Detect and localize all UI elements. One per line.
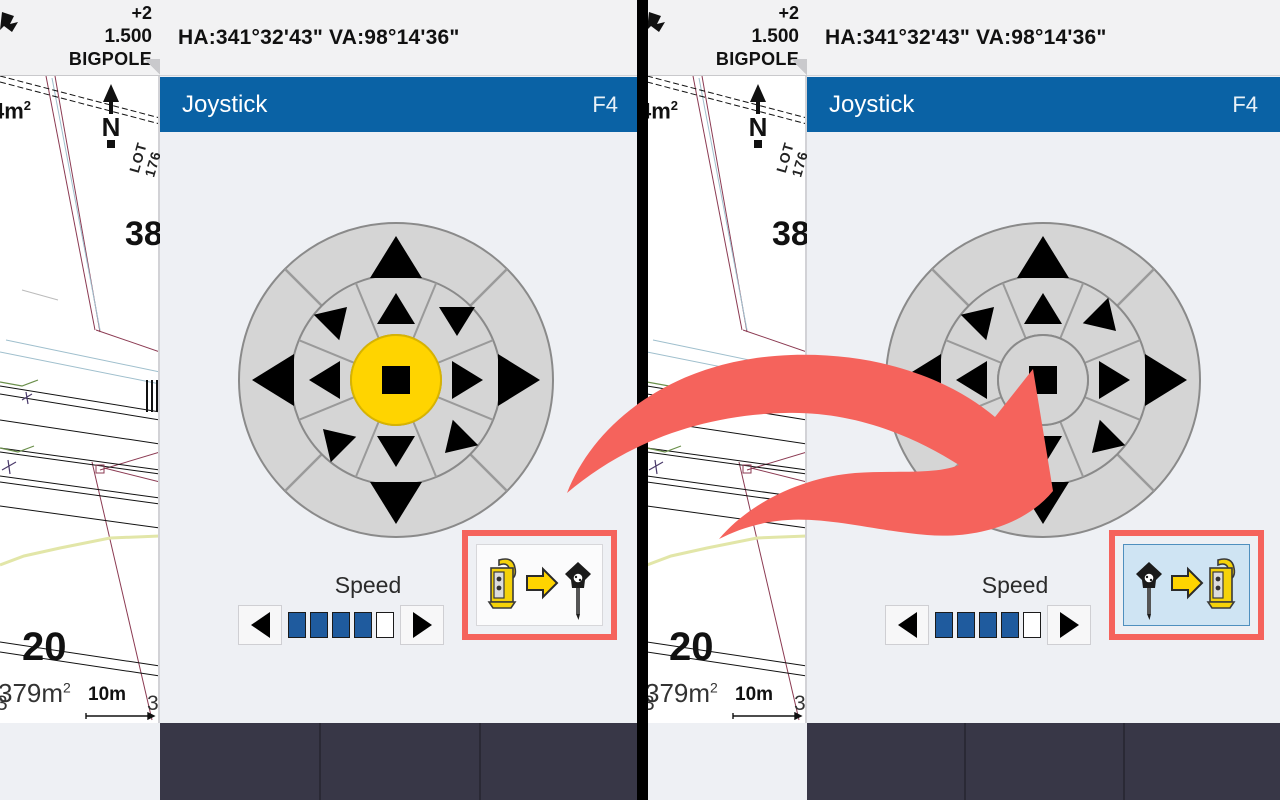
swap-direction-highlight xyxy=(1109,530,1264,640)
map-area-label-bottom: 379m2 xyxy=(647,678,718,708)
joystick-content-area: Speed xyxy=(160,132,640,723)
map-area-label-bottom: 379m2 xyxy=(0,678,71,708)
triangle-left-icon xyxy=(250,612,270,638)
speed-segments xyxy=(935,612,1041,638)
softkey-1[interactable] xyxy=(807,723,966,800)
softkey-bar-right: Search xyxy=(807,723,1280,800)
yellow-arrow-right-icon xyxy=(1170,566,1203,600)
screen-title: Joystick xyxy=(182,90,268,118)
speed-decrease-button[interactable] xyxy=(238,605,282,645)
function-key-label: F4 xyxy=(1232,91,1258,117)
speed-segment[interactable] xyxy=(354,612,372,638)
prism-pole-icon xyxy=(564,562,591,620)
swap-direction-button[interactable] xyxy=(1123,544,1250,626)
speed-label: Speed xyxy=(334,572,402,598)
swap-direction-button[interactable] xyxy=(476,544,603,626)
softkey-bar-left: Search xyxy=(160,723,640,800)
speed-segment[interactable] xyxy=(376,612,394,638)
map-scale-label: 10m xyxy=(735,684,774,705)
map-view-left[interactable]: N 4m2 LOT 176 38 20 3 379m2 3 10m +2 1.5… xyxy=(0,0,160,723)
map-lot-number: 38 xyxy=(125,215,160,253)
map-lot-number: 38 xyxy=(772,215,807,253)
north-arrow-icon: N xyxy=(741,82,775,152)
info-point-name: BIGPOLE xyxy=(68,49,152,69)
speed-segment[interactable] xyxy=(1001,612,1019,638)
device-screen-left: N 4m2 LOT 176 38 20 3 379m2 3 10m +2 1.5… xyxy=(0,0,640,800)
angle-readout-bar: HA:341°32'43" VA:98°14'36" xyxy=(160,0,640,76)
swap-direction-highlight xyxy=(462,530,617,640)
speed-segment[interactable] xyxy=(957,612,975,638)
speed-label: Speed xyxy=(981,572,1049,598)
speed-segments xyxy=(288,612,394,638)
map-view-right[interactable]: N 4m2 LOT 176 38 20 3 379m2 3 10m +2 1.5… xyxy=(647,0,807,723)
screenshot-stage: N 4m2 LOT 176 38 20 3 379m2 3 10m +2 1.5… xyxy=(0,0,1280,800)
joystick-content-area: Speed xyxy=(807,132,1280,723)
speed-control: Speed xyxy=(238,572,498,645)
speed-segment[interactable] xyxy=(935,612,953,638)
north-arrow-icon: N xyxy=(94,82,128,152)
app-region-left: HA:341°32'43" VA:98°14'36" Joystick F4 S… xyxy=(160,0,640,800)
joystick-stop-button xyxy=(997,334,1089,426)
map-area-label-top: 4m2 xyxy=(647,98,679,124)
softkey-2[interactable] xyxy=(966,723,1125,800)
joystick-control[interactable] xyxy=(236,220,556,540)
angle-readout-bar: HA:341°32'43" VA:98°14'36" xyxy=(807,0,1280,76)
map-scale-label: 10m xyxy=(88,684,127,705)
map-scale-bar xyxy=(732,712,803,720)
app-region-right: HA:341°32'43" VA:98°14'36" Joystick F4 S… xyxy=(807,0,1280,800)
triangle-right-icon xyxy=(412,612,432,638)
map-area-label-top: 4m2 xyxy=(0,98,32,124)
prism-to-instrument-icon xyxy=(1135,558,1235,620)
map-lot-number-bottom: 20 xyxy=(22,625,67,669)
speed-increase-button[interactable] xyxy=(400,605,444,645)
triangle-left-icon xyxy=(897,612,917,638)
panel-divider xyxy=(637,0,648,800)
speed-control: Speed xyxy=(885,572,1145,645)
yellow-arrow-right-icon xyxy=(525,566,558,600)
prism-target-marker-icon xyxy=(0,12,18,32)
speed-segment[interactable] xyxy=(1023,612,1041,638)
speed-increase-button[interactable] xyxy=(1047,605,1091,645)
speed-decrease-button[interactable] xyxy=(885,605,929,645)
speed-segment[interactable] xyxy=(332,612,350,638)
speed-segment[interactable] xyxy=(310,612,328,638)
softkey-3[interactable] xyxy=(481,723,640,800)
speed-segment[interactable] xyxy=(288,612,306,638)
callout-notch xyxy=(791,59,807,75)
callout-notch xyxy=(144,59,160,75)
map-scale-bar xyxy=(85,712,156,720)
info-point-name: BIGPOLE xyxy=(715,49,799,69)
function-key-label: F4 xyxy=(592,91,618,117)
softkey-2[interactable] xyxy=(321,723,481,800)
softkey-3[interactable] xyxy=(1125,723,1280,800)
prism-pole-icon xyxy=(1135,562,1162,620)
svg-text:N: N xyxy=(749,112,768,142)
svg-text:N: N xyxy=(102,112,121,142)
screen-title-bar: Joystick F4 xyxy=(160,77,640,132)
screen-title: Joystick xyxy=(829,90,915,118)
speed-segment[interactable] xyxy=(979,612,997,638)
softkey-1[interactable] xyxy=(160,723,321,800)
total-station-icon xyxy=(487,558,516,609)
total-station-icon xyxy=(1206,558,1235,609)
device-screen-right: N 4m2 LOT 176 38 20 3 379m2 3 10m +2 1.5… xyxy=(647,0,1280,800)
screen-title-bar: Joystick F4 xyxy=(807,77,1280,132)
map-lot-number-bottom: 20 xyxy=(669,625,714,669)
joystick-control[interactable] xyxy=(883,220,1203,540)
instrument-to-prism-icon xyxy=(487,558,591,620)
prism-target-marker-icon xyxy=(647,12,665,32)
joystick-stop-button xyxy=(350,334,442,426)
angle-readout-text: HA:341°32'43" VA:98°14'36" xyxy=(178,25,460,49)
angle-readout-text: HA:341°32'43" VA:98°14'36" xyxy=(825,25,1107,49)
triangle-right-icon xyxy=(1059,612,1079,638)
